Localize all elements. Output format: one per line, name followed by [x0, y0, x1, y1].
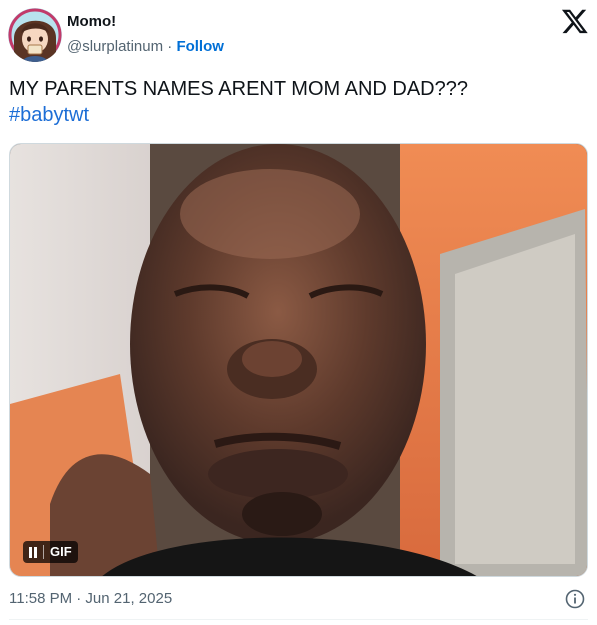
gif-media[interactable]: GIF: [9, 143, 588, 577]
x-logo-icon[interactable]: [561, 9, 589, 35]
tweet-timestamp[interactable]: 11:58 PM · Jun 21, 2025: [9, 589, 172, 609]
pause-icon[interactable]: [29, 546, 37, 558]
tweet-text-block: MY PARENTS NAMES ARENT MOM AND DAD??? #b…: [9, 76, 589, 128]
user-handle[interactable]: @slurplatinum: [67, 38, 163, 55]
handle-row: @slurplatinum · Follow: [67, 37, 224, 57]
hashtag-link[interactable]: #babytwt: [9, 102, 589, 128]
gif-badge[interactable]: GIF: [23, 541, 78, 563]
follow-button[interactable]: Follow: [176, 38, 224, 55]
avatar[interactable]: [8, 8, 62, 62]
badge-divider: [43, 545, 44, 559]
info-icon[interactable]: [565, 589, 585, 609]
footer-divider: [9, 619, 588, 620]
display-name[interactable]: Momo!: [67, 12, 116, 32]
man-looking-down-gif-image: [10, 144, 587, 576]
gif-label: GIF: [50, 544, 72, 559]
anime-avatar-icon: [8, 8, 62, 62]
handle-separator: ·: [163, 38, 177, 55]
tweet-text: MY PARENTS NAMES ARENT MOM AND DAD???: [9, 78, 468, 100]
